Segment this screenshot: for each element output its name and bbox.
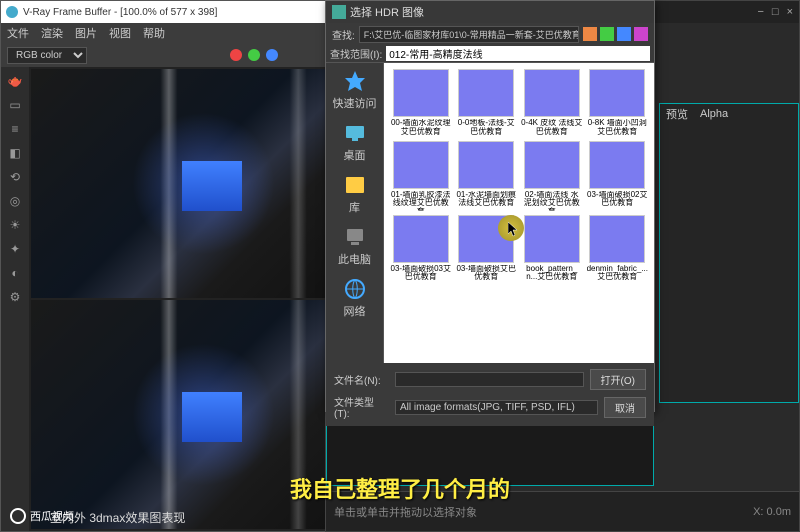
panel-tab-preview[interactable]: 预览	[666, 106, 688, 122]
history-path[interactable]: F:\艾巴优-临图家材库01\0-常用精品一新套-艾巴优教育\012-常用-高精…	[359, 26, 579, 43]
vray-icon	[5, 5, 19, 19]
vfb-sidebar: 🫖 ▭ ≡ ◧ ⟲ ◎ ☀ ✦ ◐ ⚙	[1, 67, 29, 531]
nav-this-pc[interactable]: 此电脑	[338, 225, 371, 267]
file-name: 03-墙面破损艾巴优教育	[456, 265, 518, 283]
location-label: 查找范围(I):	[330, 46, 382, 61]
file-thumbnail	[393, 215, 449, 263]
file-item[interactable]: 01-水泥墙面划痕法线艾巴优教育	[456, 141, 518, 211]
channel-select[interactable]: RGB color	[7, 47, 87, 64]
file-thumbnail	[524, 69, 580, 117]
file-list[interactable]: 00-墙面水泥纹理艾巴优教育0-0地板-法线-艾巴优教育0-4K 皮纹 法线艾巴…	[384, 63, 654, 363]
file-name: book_pattern_n...艾巴优教育	[521, 265, 583, 283]
max-minimize-button[interactable]: −	[757, 6, 763, 18]
dialog-nav: 快速访问 桌面 库 此电脑 网络	[326, 63, 384, 363]
location-value[interactable]: 012-常用-高精度法线	[386, 46, 650, 61]
file-name: denmin_fabric_...艾巴优教育	[587, 265, 649, 283]
file-name: 03-墙面破损03艾巴优教育	[390, 265, 452, 283]
file-item[interactable]: 03-墙面破损02艾巴优教育	[587, 141, 649, 211]
file-item[interactable]: 00-墙面水泥纹理艾巴优教育	[390, 69, 452, 137]
green-channel-icon[interactable]	[248, 49, 260, 61]
file-name: 01-水泥墙面划痕法线艾巴优教育	[456, 191, 518, 209]
file-item[interactable]: 0-4K 皮纹 法线艾巴优教育	[521, 69, 583, 137]
max-side-panel: 预览 Alpha	[659, 103, 799, 403]
light-icon[interactable]: ☀	[5, 215, 25, 235]
nav-fwd-icon[interactable]	[600, 27, 614, 41]
dialog-bottom: 文件名(N): 打开(O) 文件类型(T): All image formats…	[326, 363, 654, 426]
vfb-title: V-Ray Frame Buffer - [100.0% of 577 x 39…	[23, 7, 376, 18]
file-name: 01-墙面乳胶漆法线纹理艾巴优教育	[390, 191, 452, 211]
file-item[interactable]: 02-墙面法线 水泥划纹艾巴优教育	[521, 141, 583, 211]
blue-channel-icon[interactable]	[266, 49, 278, 61]
file-thumbnail	[589, 215, 645, 263]
file-item[interactable]: 0-0地板-法线-艾巴优教育	[456, 69, 518, 137]
file-name: 0-4K 皮纹 法线艾巴优教育	[521, 119, 583, 137]
file-item[interactable]: book_pattern_n...艾巴优教育	[521, 215, 583, 283]
file-thumbnail	[458, 69, 514, 117]
file-thumbnail	[589, 141, 645, 189]
region-icon[interactable]: ▭	[5, 95, 25, 115]
file-thumbnail	[589, 69, 645, 117]
max-maximize-button[interactable]: □	[772, 6, 779, 18]
dialog-title: 选择 HDR 图像	[350, 4, 424, 20]
file-thumbnail	[393, 141, 449, 189]
file-open-dialog: 选择 HDR 图像 查找: F:\艾巴优-临图家材库01\0-常用精品一新套-艾…	[325, 0, 655, 412]
teapot-icon[interactable]: 🫖	[5, 71, 25, 91]
cancel-button[interactable]: 取消	[604, 397, 646, 418]
file-name: 0-8K 墙面小凹洞艾巴优教育	[587, 119, 649, 137]
layers-icon[interactable]: ≡	[5, 119, 25, 139]
video-subtitle: 我自己整理了几个月的	[290, 472, 510, 504]
dialog-history-row: 查找: F:\艾巴优-临图家材库01\0-常用精品一新套-艾巴优教育\012-常…	[326, 23, 654, 45]
history-icon[interactable]: ⟲	[5, 167, 25, 187]
settings-icon[interactable]: ⚙	[5, 287, 25, 307]
menu-view[interactable]: 视图	[109, 25, 131, 41]
watermark: 西瓜视频	[10, 508, 74, 524]
filename-input[interactable]	[395, 372, 584, 387]
filetype-label: 文件类型(T):	[334, 394, 389, 420]
menu-image[interactable]: 图片	[75, 25, 97, 41]
nav-view-icon[interactable]	[634, 27, 648, 41]
dialog-location-row: 查找范围(I): 012-常用-高精度法线	[326, 45, 654, 63]
hdr-icon	[332, 5, 346, 19]
file-item[interactable]: 01-墙面乳胶漆法线纹理艾巴优教育	[390, 141, 452, 211]
nav-up-icon[interactable]	[617, 27, 631, 41]
menu-help[interactable]: 帮助	[143, 25, 165, 41]
max-close-button[interactable]: ×	[787, 6, 793, 18]
file-name: 02-墙面法线 水泥划纹艾巴优教育	[521, 191, 583, 211]
file-item[interactable]: 03-墙面破损03艾巴优教育	[390, 215, 452, 283]
compare-icon[interactable]: ◧	[5, 143, 25, 163]
watermark-text: 西瓜视频	[30, 508, 74, 524]
menu-file[interactable]: 文件	[7, 25, 29, 41]
lens-icon[interactable]: ◎	[5, 191, 25, 211]
filename-label: 文件名(N):	[334, 372, 389, 387]
filetype-select[interactable]: All image formats(JPG, TIFF, PSD, IFL)	[395, 400, 598, 415]
nav-back-icon[interactable]	[583, 27, 597, 41]
file-name: 00-墙面水泥纹理艾巴优教育	[390, 119, 452, 137]
nav-desktop[interactable]: 桌面	[343, 121, 367, 163]
coord-x: X: 0.0m	[753, 506, 791, 518]
file-name: 0-0地板-法线-艾巴优教育	[456, 119, 518, 137]
nav-network[interactable]: 网络	[343, 277, 367, 319]
file-thumbnail	[393, 69, 449, 117]
history-label: 查找:	[332, 27, 355, 42]
menu-render[interactable]: 渲染	[41, 25, 63, 41]
open-button[interactable]: 打开(O)	[590, 369, 646, 390]
pick-icon[interactable]: ✦	[5, 239, 25, 259]
file-item[interactable]: 0-8K 墙面小凹洞艾巴优教育	[587, 69, 649, 137]
file-thumbnail	[458, 215, 514, 263]
file-thumbnail	[524, 141, 580, 189]
file-item[interactable]: 03-墙面破损艾巴优教育	[456, 215, 518, 283]
file-item[interactable]: denmin_fabric_...艾巴优教育	[587, 215, 649, 283]
file-thumbnail	[524, 215, 580, 263]
xigua-logo-icon	[10, 508, 26, 524]
panel-tab-alpha[interactable]: Alpha	[700, 108, 728, 120]
red-channel-icon[interactable]	[230, 49, 242, 61]
dialog-titlebar[interactable]: 选择 HDR 图像	[326, 1, 654, 23]
file-thumbnail	[458, 141, 514, 189]
status-hint: 单击或单击并拖动以选择对象	[334, 504, 477, 520]
nav-libraries[interactable]: 库	[343, 173, 367, 215]
file-name: 03-墙面破损02艾巴优教育	[587, 191, 649, 209]
nav-quick-access[interactable]: 快速访问	[333, 69, 377, 111]
stats-icon[interactable]: ◐	[5, 263, 25, 283]
